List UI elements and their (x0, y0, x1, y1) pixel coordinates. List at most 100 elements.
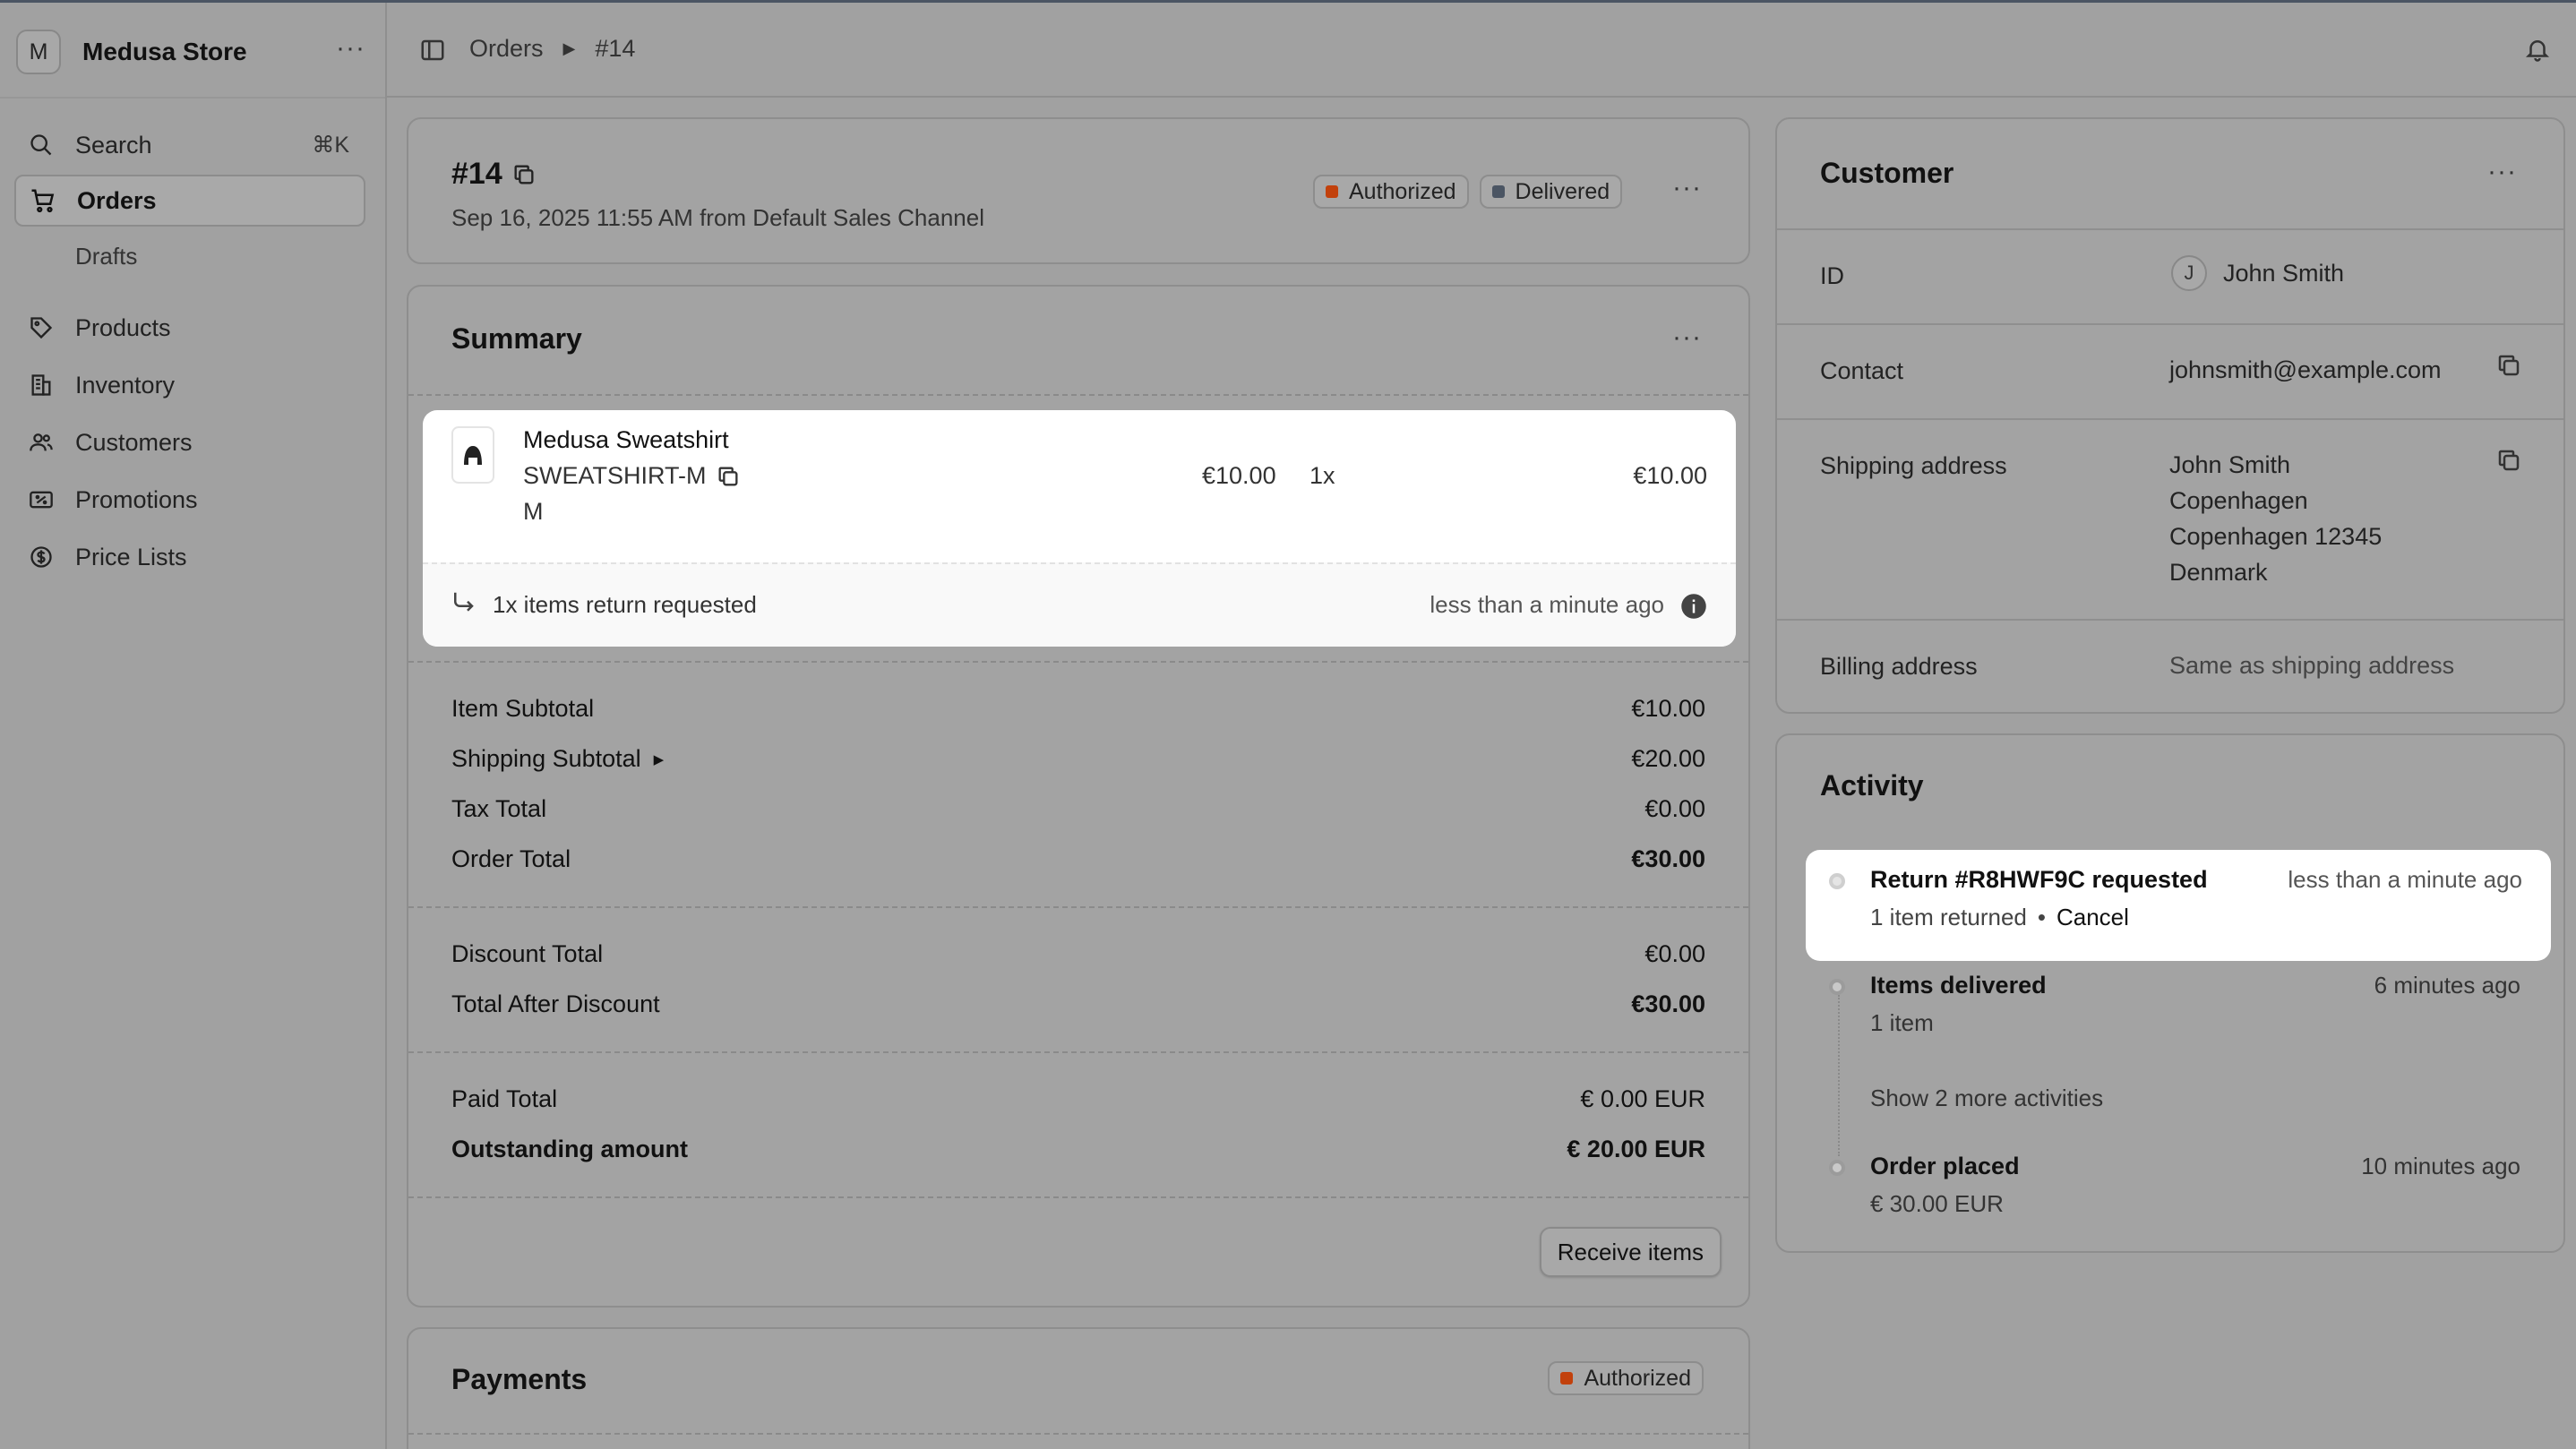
return-notice-text: 1x items return requested (493, 591, 757, 618)
topbar: Orders ▶ #14 (387, 3, 2576, 98)
sidebar-item-search[interactable]: Search ⌘K (14, 119, 365, 171)
status-dot (1560, 1372, 1574, 1385)
line-item-panel: Medusa Sweatshirt SWEATSHIRT-M M €10.00 … (423, 410, 1736, 647)
customer-more-icon[interactable]: ··· (2487, 157, 2517, 187)
store-switcher[interactable]: M Medusa Store ··· (16, 30, 365, 74)
sidebar-item-drafts[interactable]: Drafts (75, 243, 137, 270)
billing-address: Same as shipping address (2169, 652, 2455, 679)
sidebar-item-orders[interactable]: Orders (14, 175, 365, 227)
total-value: €10.00 (1631, 695, 1705, 722)
activity-time: 6 minutes ago (2374, 972, 2520, 999)
store-more-icon[interactable]: ··· (336, 33, 365, 64)
payment-status-badge: Authorized (1548, 1361, 1704, 1395)
payments-title: Payments (451, 1363, 588, 1395)
total-label: Paid Total (451, 1085, 558, 1112)
receipt-percent-icon (27, 485, 56, 514)
breadcrumb-orders[interactable]: Orders (469, 35, 544, 63)
cart-icon (29, 186, 57, 215)
total-value: €30.00 (1631, 990, 1705, 1017)
total-value: €20.00 (1631, 745, 1705, 772)
unit-price: €10.00 (1202, 462, 1276, 489)
copy-icon[interactable] (2495, 447, 2522, 480)
payment-total-row: Paid Total € 0.00 EUR (451, 1085, 1705, 1113)
totals-row[interactable]: Shipping Subtotal ▶ €20.00 (451, 745, 1705, 773)
divider (1777, 228, 2563, 230)
sidebar-item-label: Price Lists (75, 543, 187, 570)
activity-detail: 1 item (1870, 1009, 1934, 1036)
order-header-card: #14 Sep 16, 2025 11:55 AM from Default S… (407, 117, 1750, 264)
copy-icon[interactable] (2495, 352, 2522, 385)
timeline-dot (1829, 1160, 1845, 1176)
users-icon (27, 428, 56, 457)
summary-title: Summary (451, 322, 582, 355)
avatar: J (2171, 255, 2207, 291)
activity-detail: € 30.00 EUR (1870, 1190, 2004, 1217)
copy-icon[interactable] (511, 162, 537, 187)
total-value: € 20.00 EUR (1567, 1136, 1705, 1162)
totals-row: Order Total €30.00 (451, 845, 1705, 873)
timeline-dot (1829, 979, 1845, 995)
sidebar-item-price-lists[interactable]: Price Lists (14, 531, 365, 583)
order-more-icon[interactable]: ··· (1672, 173, 1702, 203)
totals-row: Item Subtotal €10.00 (451, 695, 1705, 723)
sidebar: M Medusa Store ··· Search ⌘K Orders Draf… (0, 3, 387, 1449)
product-name: Medusa Sweatshirt (523, 426, 729, 453)
product-sku: SWEATSHIRT-M (523, 462, 707, 489)
info-icon[interactable] (1680, 593, 1707, 626)
order-subtitle: Sep 16, 2025 11:55 AM from Default Sales… (451, 204, 985, 231)
sidebar-item-label: Products (75, 313, 171, 341)
activity-title: Activity (1820, 769, 1924, 802)
cancel-return-link[interactable]: Cancel (2057, 904, 2129, 931)
sidebar-item-label: Search (75, 131, 152, 159)
sidebar-item-label: Orders (77, 186, 157, 214)
store-avatar: M (16, 30, 61, 74)
divider (408, 906, 1748, 908)
activity-title-text: Return #R8HWF9C requested (1870, 866, 2208, 893)
total-label: Outstanding amount (451, 1136, 688, 1162)
building-icon (27, 371, 56, 399)
address-line: Copenhagen (2169, 487, 2308, 514)
status-badge-delivered: Delivered (1479, 175, 1623, 209)
sidebar-item-customers[interactable]: Customers (14, 416, 365, 468)
total-label: Item Subtotal (451, 695, 595, 722)
timeline-line (1838, 995, 1840, 1156)
address-line: John Smith (2169, 451, 2291, 478)
customer-id-link[interactable]: J John Smith (2171, 255, 2344, 291)
divider (408, 1051, 1748, 1053)
divider (408, 1196, 1748, 1198)
tag-icon (27, 313, 56, 342)
address-line: Copenhagen 12345 (2169, 523, 2383, 550)
customer-title: Customer (1820, 157, 1954, 189)
divider (1777, 323, 2563, 325)
activity-title-text: Items delivered (1870, 972, 2047, 999)
shipping-address: John Smith Copenhagen Copenhagen 12345 D… (2169, 447, 2382, 590)
sidebar-item-inventory[interactable]: Inventory (14, 359, 365, 411)
currency-dollar-icon (27, 543, 56, 571)
divider (408, 1433, 1748, 1435)
total-value: €0.00 (1644, 940, 1705, 967)
activity-time: 10 minutes ago (2361, 1153, 2520, 1179)
sweatshirt-icon (464, 446, 482, 465)
product-variant: M (523, 498, 544, 525)
sidebar-item-label: Customers (75, 428, 193, 456)
total-label: Discount Total (451, 940, 604, 967)
show-more-activities-link[interactable]: Show 2 more activities (1870, 1085, 2103, 1112)
divider (1777, 619, 2563, 621)
sidebar-toggle-icon[interactable] (419, 37, 446, 70)
breadcrumb-current: #14 (595, 35, 636, 62)
search-icon (27, 131, 56, 159)
activity-detail: 1 item returned (1870, 904, 2027, 930)
payment-total-row: Outstanding amount € 20.00 EUR (451, 1136, 1705, 1163)
receive-items-button[interactable]: Receive items (1539, 1227, 1722, 1277)
total-value: €30.00 (1631, 845, 1705, 872)
summary-more-icon[interactable]: ··· (1672, 322, 1702, 353)
breadcrumb: Orders ▶ #14 (469, 35, 635, 63)
bell-icon[interactable] (2524, 35, 2551, 70)
sidebar-item-promotions[interactable]: Promotions (14, 474, 365, 526)
discount-row: Discount Total €0.00 (451, 940, 1705, 968)
sidebar-item-products[interactable]: Products (14, 302, 365, 354)
chevron-right-icon: ▶ (562, 39, 576, 57)
contact-email: johnsmith@example.com (2169, 356, 2442, 383)
copy-icon[interactable] (716, 464, 741, 489)
search-shortcut: ⌘K (312, 133, 349, 158)
